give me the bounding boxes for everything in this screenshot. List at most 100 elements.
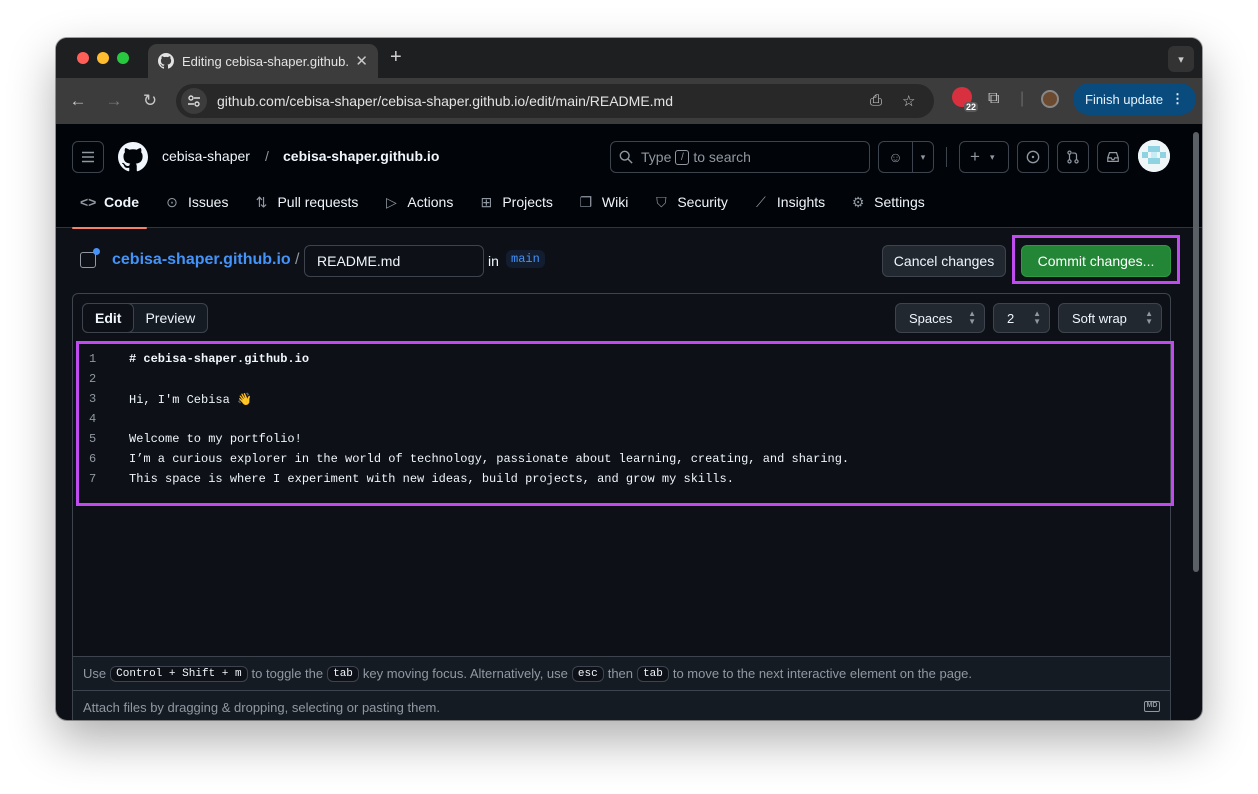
attach-files-bar[interactable]: Attach files by dragging & dropping, sel… [73, 690, 1170, 720]
breadcrumb-separator: / [295, 251, 300, 268]
new-tab-icon[interactable]: + [390, 46, 402, 69]
tab-wiki[interactable]: ❐ Wiki [570, 190, 636, 228]
pull-request-icon: ⇅ [255, 194, 268, 210]
indent-size-select[interactable]: 2 ▲ ▼ [993, 303, 1050, 333]
repo-breadcrumb-link[interactable]: cebisa-shaper.github.io [112, 251, 291, 269]
tab-search-chevron-icon[interactable]: ▾ [1168, 46, 1194, 72]
inbox-icon[interactable] [1097, 141, 1129, 173]
code-highlight-box [76, 341, 1174, 506]
tab-preview[interactable]: Preview [133, 304, 207, 332]
hint-tab-key: tab [637, 665, 669, 682]
zoom-window-button[interactable] [117, 52, 129, 64]
copilot-chevron-icon[interactable]: ▾ [913, 152, 933, 163]
github-logo-icon[interactable] [118, 142, 148, 172]
wrap-mode-select[interactable]: Soft wrap ▲ ▼ [1058, 303, 1162, 333]
forward-icon[interactable]: → [104, 91, 124, 111]
tab-code[interactable]: <> Code [72, 190, 147, 229]
page-scrollbar[interactable] [1192, 128, 1200, 718]
scrollbar-thumb[interactable] [1193, 132, 1199, 572]
pull-requests-icon[interactable] [1057, 141, 1089, 173]
edit-preview-tabs: Edit Preview [82, 303, 209, 333]
tab-close-icon[interactable]: ✕ [355, 52, 368, 70]
extensions-puzzle-icon[interactable]: ⧉ [988, 90, 999, 108]
tab-security[interactable]: ⛉ Security [645, 190, 736, 228]
url-text: github.com/cebisa-shaper/cebisa-shaper.g… [217, 93, 674, 109]
edit-file-header: cebisa-shaper.github.io / README.md in m… [56, 228, 1202, 293]
indent-mode-select[interactable]: Spaces ▲ ▼ [895, 303, 985, 333]
graph-icon: ⟋ [756, 194, 766, 210]
hint-part1: to toggle the [251, 666, 324, 681]
cancel-changes-button[interactable]: Cancel changes [882, 245, 1006, 277]
commit-highlight-box [1012, 235, 1180, 284]
tab-edit[interactable]: Edit [82, 303, 135, 333]
tab-actions-label: Actions [407, 194, 454, 210]
tab-pull-requests-label: Pull requests [277, 194, 359, 210]
finish-update-button[interactable]: Finish update ⋮ [1073, 83, 1196, 115]
filename-input[interactable]: README.md [304, 245, 484, 277]
tab-settings[interactable]: ⚙ Settings [842, 190, 933, 228]
browser-window: Editing cebisa-shaper.github.io ✕ + ▾ ← … [56, 38, 1202, 720]
issues-icon[interactable] [1017, 141, 1049, 173]
tab-projects-label: Projects [502, 194, 553, 210]
header-divider [946, 147, 947, 167]
search-input[interactable]: Type / to search [610, 141, 870, 173]
search-placeholder-prefix: Type [641, 149, 672, 165]
hint-part2: key moving focus. Alternatively, use [362, 666, 568, 681]
address-bar[interactable]: github.com/cebisa-shaper/cebisa-shaper.g… [176, 84, 934, 118]
search-placeholder-suffix: to search [693, 149, 751, 165]
repo-nav: <> Code ⊙ Issues ⇅ Pull requests ▷ Actions ⊞… [72, 190, 942, 229]
tab-title: Editing cebisa-shaper.github.io [182, 53, 350, 69]
github-header: cebisa-shaper / cebisa-shaper.github.io … [56, 124, 1202, 229]
branch-badge: main [506, 250, 545, 268]
install-app-icon[interactable]: ⎙ [870, 92, 882, 109]
breadcrumb-separator: / [265, 148, 269, 164]
attach-files-text: Attach files by dragging & dropping, sel… [83, 700, 440, 715]
shield-icon: ⛉ [656, 194, 667, 210]
tab-actions[interactable]: ▷ Actions [375, 190, 461, 228]
tab-wiki-label: Wiki [601, 194, 629, 210]
search-icon [619, 150, 633, 164]
copilot-button[interactable]: ☺ ▾ [878, 141, 934, 173]
finish-update-label: Finish update [1085, 91, 1164, 107]
profile-avatar[interactable] [1041, 90, 1059, 108]
close-window-button[interactable] [77, 52, 89, 64]
tab-code-label: Code [104, 194, 139, 210]
wrap-mode-value: Soft wrap [1072, 310, 1127, 326]
create-new-button[interactable]: + ▾ [959, 141, 1009, 173]
keyboard-hint: Use Control + Shift + m to toggle the ta… [73, 656, 1170, 690]
bookmark-star-icon[interactable]: ☆ [902, 92, 915, 110]
reload-icon[interactable]: ↻ [140, 91, 160, 111]
browser-tab[interactable]: Editing cebisa-shaper.github.io ✕ [148, 44, 378, 78]
extension-icon[interactable]: 22 [952, 87, 978, 112]
hamburger-menu-icon[interactable] [72, 141, 104, 173]
play-icon: ▷ [386, 194, 397, 210]
tab-insights[interactable]: ⟋ Insights [745, 190, 833, 228]
branch-in-label: in [488, 253, 499, 269]
markdown-icon: MD [1144, 701, 1160, 712]
hint-part4: to move to the next interactive element … [672, 666, 973, 681]
more-menu-icon[interactable]: ⋮ [1171, 91, 1184, 107]
hint-shortcut-key: Control + Shift + m [110, 665, 248, 682]
indent-size-value: 2 [1007, 310, 1015, 326]
site-info-icon[interactable] [181, 88, 207, 114]
tab-pull-requests[interactable]: ⇅ Pull requests [245, 190, 366, 228]
file-tree-toggle-icon[interactable] [80, 248, 100, 268]
plus-icon: + [970, 147, 980, 166]
owner-link[interactable]: cebisa-shaper [162, 148, 250, 164]
tab-insights-label: Insights [776, 194, 826, 210]
tab-projects[interactable]: ⊞ Projects [470, 190, 561, 228]
issue-icon: ⊙ [166, 194, 178, 210]
copilot-icon[interactable]: ☺ [879, 142, 913, 172]
minimize-window-button[interactable] [97, 52, 109, 64]
search-shortcut-key: / [675, 149, 690, 165]
toolbar-divider: | [1020, 90, 1025, 107]
back-icon[interactable]: ← [68, 91, 88, 111]
tab-issues[interactable]: ⊙ Issues [156, 190, 236, 228]
github-favicon-icon [158, 53, 174, 69]
hint-use: Use [83, 666, 107, 681]
select-arrows-icon: ▲ ▼ [1145, 309, 1153, 326]
select-arrows-icon: ▲ ▼ [1033, 309, 1041, 326]
user-avatar[interactable] [1138, 140, 1170, 172]
repo-link[interactable]: cebisa-shaper.github.io [283, 148, 439, 164]
hint-tab-key: tab [327, 665, 359, 682]
